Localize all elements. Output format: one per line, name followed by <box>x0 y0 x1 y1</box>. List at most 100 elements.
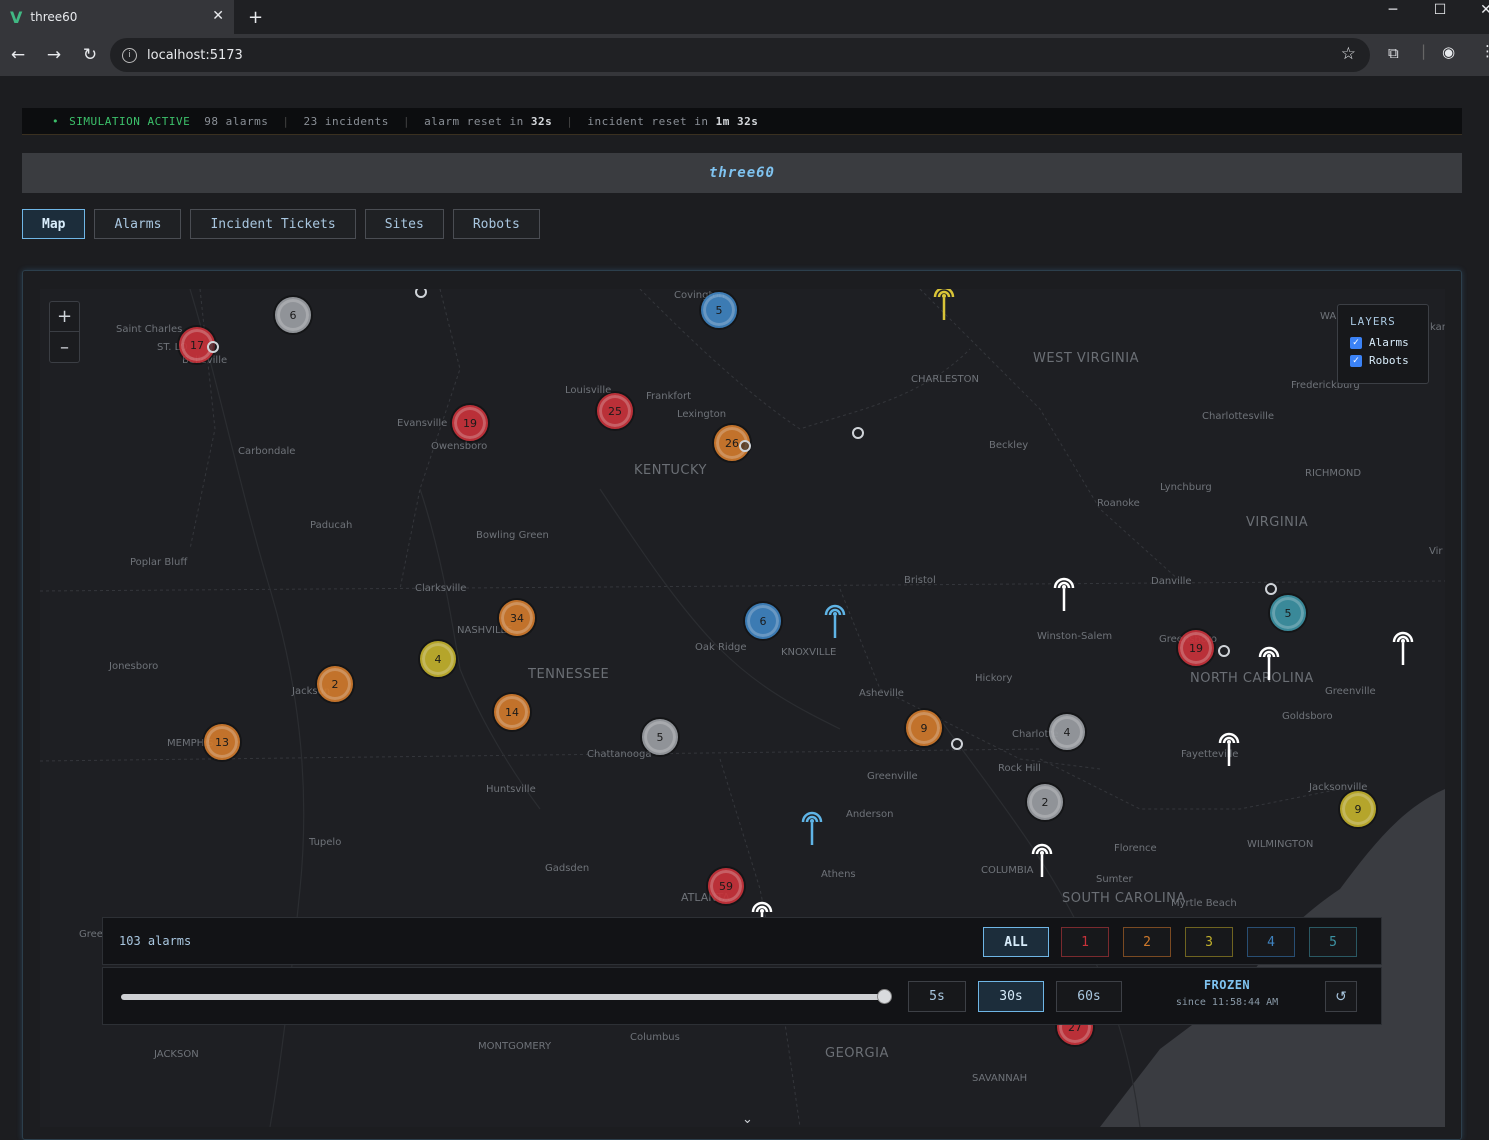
city-label: Oak Ridge <box>695 642 747 653</box>
city-label: Greenville <box>1325 686 1376 697</box>
expand-chevron-icon[interactable]: ⌄ <box>742 1112 753 1127</box>
alarm-cluster[interactable]: 34 <box>499 600 535 636</box>
window-60s-button[interactable]: 60s <box>1056 981 1122 1012</box>
alarm-cluster[interactable]: 14 <box>494 694 530 730</box>
alarm-cluster[interactable]: 13 <box>204 724 240 760</box>
city-label: Greenville <box>867 771 918 782</box>
divider: | <box>282 114 290 128</box>
reload-icon[interactable]: ↻ <box>72 45 108 65</box>
menu-icon[interactable]: ⋮ <box>1480 42 1489 60</box>
robot-antenna-icon[interactable] <box>931 289 957 321</box>
profile-icon[interactable]: ◉ <box>1442 43 1455 61</box>
city-label: Owensboro <box>431 441 488 452</box>
address-bar[interactable]: i localhost:5173 ☆ <box>110 38 1370 72</box>
site-marker[interactable] <box>739 440 751 452</box>
city-label: Myrtle Beach <box>1171 898 1237 909</box>
alarm-cluster[interactable]: 25 <box>597 393 633 429</box>
alarm-cluster[interactable]: 5 <box>701 292 737 328</box>
city-label: WA <box>1320 311 1337 322</box>
minimize-icon[interactable]: ─ <box>1373 0 1413 20</box>
city-label: Bristol <box>904 575 936 586</box>
filter-severity-3-button[interactable]: 3 <box>1185 927 1233 957</box>
tab-alarms[interactable]: Alarms <box>94 209 182 239</box>
alarm-cluster[interactable]: 9 <box>906 710 942 746</box>
url-text: localhost:5173 <box>147 47 243 63</box>
tab-map[interactable]: Map <box>22 209 86 239</box>
city-label: Louisville <box>565 385 612 396</box>
robot-antenna-icon[interactable] <box>822 601 848 639</box>
city-label: Jonesboro <box>109 661 159 672</box>
forward-icon[interactable]: → <box>36 45 72 65</box>
zoom-out-button[interactable]: – <box>50 332 79 362</box>
alarm-cluster[interactable]: 4 <box>1049 714 1085 750</box>
close-tab-icon[interactable]: ✕ <box>212 8 224 24</box>
checkbox-checked-icon[interactable]: ✓ <box>1350 354 1362 367</box>
maximize-icon[interactable]: ☐ <box>1420 0 1460 20</box>
window-30s-button[interactable]: 30s <box>978 981 1044 1012</box>
site-marker[interactable] <box>852 427 864 439</box>
robot-antenna-icon[interactable] <box>1216 729 1242 767</box>
filter-severity-5-button[interactable]: 5 <box>1309 927 1357 957</box>
site-marker[interactable] <box>207 341 219 353</box>
alarm-cluster[interactable]: 6 <box>745 603 781 639</box>
checkbox-checked-icon[interactable]: ✓ <box>1350 336 1362 349</box>
alarm-cluster[interactable]: 2 <box>317 666 353 702</box>
robot-antenna-icon[interactable] <box>799 808 825 846</box>
robot-antenna-icon[interactable] <box>1390 628 1416 666</box>
alarm-cluster[interactable]: 2 <box>1027 784 1063 820</box>
city-label: Columbus <box>630 1032 680 1043</box>
alarm-cluster[interactable]: 5 <box>642 719 678 755</box>
city-label: Clarksville <box>415 583 467 594</box>
alarm-cluster[interactable]: 6 <box>275 297 311 333</box>
filter-severity-1-button[interactable]: 1 <box>1061 927 1109 957</box>
browser-tab[interactable]: V three60 ✕ <box>0 0 234 34</box>
city-label: Gadsden <box>545 863 590 874</box>
window-5s-button[interactable]: 5s <box>908 981 966 1012</box>
new-tab-icon[interactable]: + <box>248 7 263 28</box>
state-label: TENNESSEE <box>528 667 610 682</box>
layers-control: LAYERS ✓ Alarms ✓ Robots <box>1337 304 1429 384</box>
site-marker[interactable] <box>1218 645 1230 657</box>
vue-logo-icon: V <box>10 7 23 27</box>
layer-alarms-toggle[interactable]: ✓ Alarms <box>1350 336 1416 349</box>
tab-robots[interactable]: Robots <box>452 209 540 239</box>
city-label: Gree <box>79 929 103 940</box>
app-title: three60 <box>708 165 775 181</box>
search-tabs-icon[interactable]: ⧉ <box>1388 44 1399 62</box>
zoom-in-button[interactable]: + <box>50 302 79 332</box>
city-label: Evansville <box>397 418 448 429</box>
city-label: Winston-Salem <box>1037 631 1113 642</box>
incident-reset-timer: 1m 32s <box>715 114 759 128</box>
city-label: Saint Charles <box>116 324 183 335</box>
site-marker[interactable] <box>951 738 963 750</box>
robot-antenna-icon[interactable] <box>1256 643 1282 681</box>
reset-icon[interactable]: ↺ <box>1325 981 1357 1012</box>
robot-antenna-icon[interactable] <box>1051 574 1077 612</box>
city-label: Huntsville <box>486 784 536 795</box>
time-slider-handle[interactable] <box>877 989 892 1004</box>
filter-severity-4-button[interactable]: 4 <box>1247 927 1295 957</box>
close-window-icon[interactable]: ✕ <box>1466 0 1489 20</box>
layer-label: Robots <box>1369 354 1409 367</box>
incident-reset-label: incident reset in <box>587 114 709 128</box>
browser-tabbar: V three60 ✕ + ─ ☐ ✕ <box>0 0 1489 34</box>
filter-all-button[interactable]: ALL <box>983 927 1049 957</box>
layer-robots-toggle[interactable]: ✓ Robots <box>1350 354 1416 367</box>
filter-severity-2-button[interactable]: 2 <box>1123 927 1171 957</box>
tab-sites[interactable]: Sites <box>364 209 444 239</box>
bookmark-star-icon[interactable]: ☆ <box>1341 44 1356 64</box>
alarm-cluster[interactable]: 59 <box>708 868 744 904</box>
tab-incident-tickets[interactable]: Incident Tickets <box>190 209 356 239</box>
city-label: Florence <box>1114 843 1157 854</box>
robot-antenna-icon[interactable] <box>1029 840 1055 878</box>
site-info-icon[interactable]: i <box>122 47 137 63</box>
alarm-cluster[interactable]: 4 <box>420 641 456 677</box>
alarm-cluster[interactable]: 19 <box>1178 630 1214 666</box>
time-slider-track[interactable] <box>121 994 885 1000</box>
city-label: Athens <box>821 869 856 880</box>
alarm-cluster[interactable]: 9 <box>1340 791 1376 827</box>
back-icon[interactable]: ← <box>0 45 36 65</box>
alarm-cluster[interactable]: 5 <box>1270 595 1306 631</box>
site-marker[interactable] <box>1265 583 1277 595</box>
alarm-cluster[interactable]: 19 <box>452 405 488 441</box>
